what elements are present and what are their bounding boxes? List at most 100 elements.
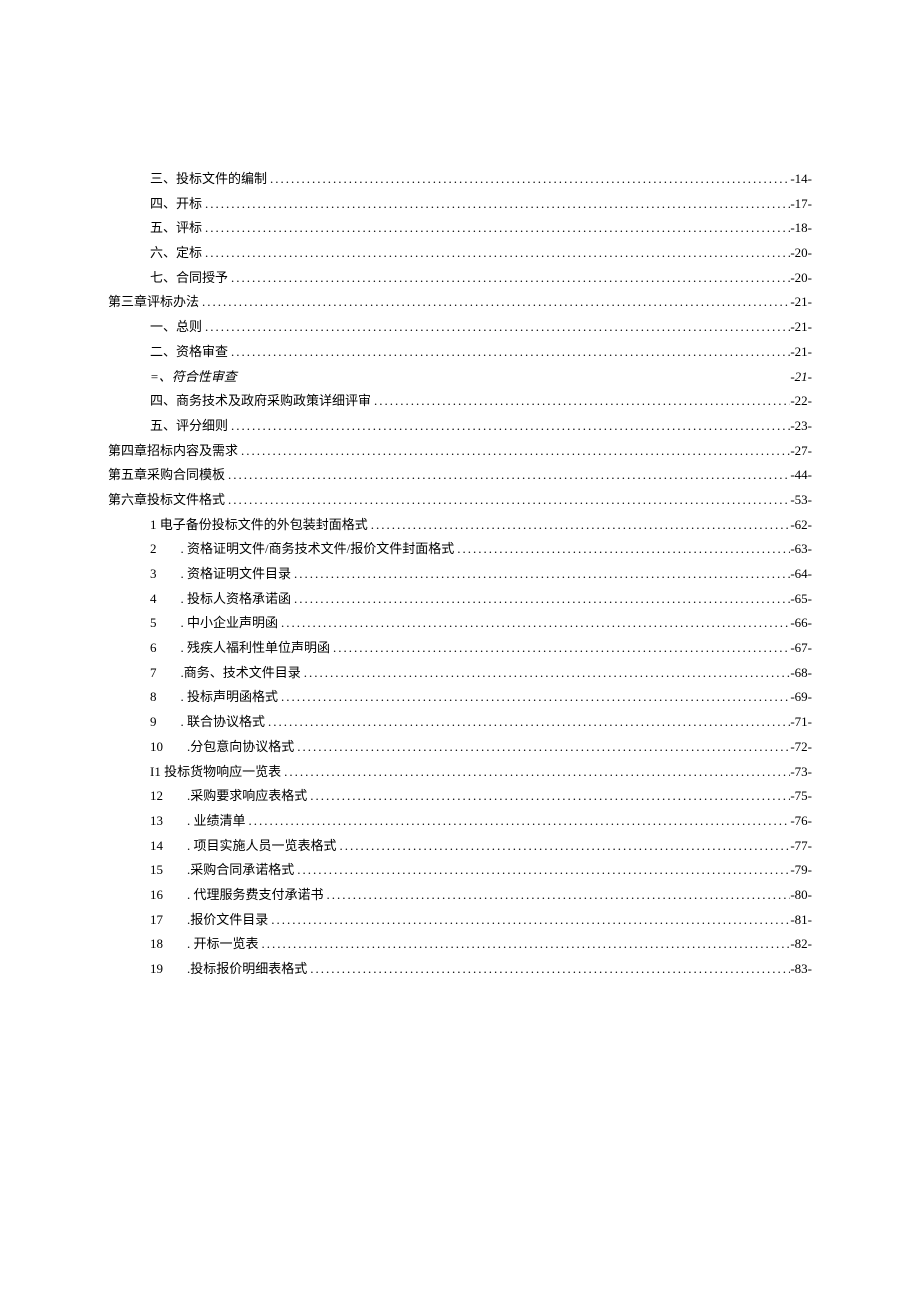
toc-entry-label: .采购合同承诺格式 (187, 861, 294, 879)
toc-entry: 二、资格审查 -21- (108, 343, 812, 361)
toc-entry: 9. 联合协议格式-71- (108, 713, 812, 731)
toc-entry-label: . 代理服务费支付承诺书 (187, 886, 324, 904)
toc-leader-dots (225, 466, 790, 484)
toc-entry-label: 四、商务技术及政府采购政策详细评审 (150, 392, 371, 410)
toc-entry: 四、商务技术及政府采购政策详细评审 -22- (108, 392, 812, 410)
toc-entry-label: . 项目实施人员一览表格式 (187, 837, 337, 855)
toc-entry: 17 .报价文件目录 -81- (108, 911, 812, 929)
toc-entry-label: . 残疾人福利性单位声明函 (181, 639, 331, 657)
toc-entry: 七、合同授予 -20- (108, 269, 812, 287)
toc-entry: 12 .采购要求响应表格式 -75- (108, 787, 812, 805)
toc-entry: 三、投标文件的编制-14- (108, 170, 812, 188)
toc-entry-page: -65- (790, 590, 812, 608)
toc-leader-dots (225, 491, 790, 509)
toc-leader-dots (291, 565, 790, 583)
toc-leader-dots (202, 244, 790, 262)
toc-entry-label: .报价文件目录 (187, 911, 268, 929)
toc-entry-number: 10 (150, 738, 163, 756)
toc-entry-label: 第六章投标文件格式 (108, 491, 225, 509)
toc-entry-page: -62- (790, 516, 812, 534)
table-of-contents: 三、投标文件的编制-14- 四、开标 -17- 五、评标 -18- 六、定标-20- 七、合… (108, 170, 812, 978)
toc-entry: 3. 资格证明文件目录-64- (108, 565, 812, 583)
toc-entry-label: . 投标声明函格式 (181, 688, 279, 706)
toc-entry: 18. 开标一览表-82- (108, 935, 812, 953)
toc-entry-label: . 开标一览表 (187, 935, 259, 953)
toc-leader-dots (238, 442, 790, 460)
toc-entry-page: -67- (790, 639, 812, 657)
toc-entry-number: 6 (150, 639, 157, 657)
toc-leader-dots (246, 812, 791, 830)
toc-entry-number: 13 (150, 812, 163, 830)
toc-entry: 第六章投标文件格式-53- (108, 491, 812, 509)
toc-entry-label: 第三章评标办法 (108, 293, 199, 311)
toc-entry-page: -22- (790, 392, 812, 410)
toc-entry: 4. 投标人资格承诺函-65- (108, 590, 812, 608)
toc-entry: 第三章评标办法 -21- (108, 293, 812, 311)
toc-leader-dots (268, 911, 790, 929)
toc-leader-dots (265, 713, 790, 731)
toc-entry-number: 8 (150, 688, 157, 706)
toc-entry: 8. 投标声明函格式-69- (108, 688, 812, 706)
toc-entry-page: -27- (790, 442, 812, 460)
toc-entry-page: -18- (790, 219, 812, 237)
toc-entry-page: -77- (790, 837, 812, 855)
toc-leader-dots (202, 318, 790, 336)
toc-entry-page: -66- (790, 614, 812, 632)
toc-entry-page: -72- (790, 738, 812, 756)
toc-leader-dots (294, 738, 790, 756)
toc-leader-dots (291, 590, 790, 608)
toc-entry-label: . 资格证明文件/商务技术文件/报价文件封面格式 (181, 540, 455, 558)
toc-entry-number: 14 (150, 837, 163, 855)
toc-entry-label: 一、总则 (150, 318, 202, 336)
toc-entry: 第四章招标内容及需求 -27- (108, 442, 812, 460)
toc-entry-page: -64- (790, 565, 812, 583)
toc-leader-dots (371, 392, 790, 410)
toc-entry: 15.采购合同承诺格式-79- (108, 861, 812, 879)
toc-leader-dots (294, 861, 790, 879)
toc-entry-label: 五、评标 (150, 219, 202, 237)
toc-leader-dots (281, 763, 790, 781)
toc-leader-dots (202, 195, 790, 213)
toc-leader-dots (228, 417, 790, 435)
toc-entry-page: -20- (790, 269, 812, 287)
toc-entry: 16. 代理服务费支付承诺书-80- (108, 886, 812, 904)
toc-entry-label: .分包意向协议格式 (187, 738, 294, 756)
toc-leader-dots (199, 293, 790, 311)
toc-entry: 19.投标报价明细表格式-83- (108, 960, 812, 978)
toc-entry-number: 2 (150, 540, 157, 558)
toc-entry-label: I1 投标货物响应一览表 (150, 763, 281, 781)
toc-entry-page: -75- (790, 787, 812, 805)
toc-entry-label: 第四章招标内容及需求 (108, 442, 238, 460)
toc-entry-label: .采购要求响应表格式 (187, 787, 307, 805)
toc-leader-dots (330, 639, 790, 657)
toc-leader-dots (278, 614, 790, 632)
toc-entry-page: -17- (790, 195, 812, 213)
toc-entry-label: 七、合同授予 (150, 269, 228, 287)
toc-entry-number: 9 (150, 713, 157, 731)
toc-entry-page: -81- (790, 911, 812, 929)
toc-entry-page: -44- (790, 466, 812, 484)
toc-entry-label: 1 电子备份投标文件的外包装封面格式 (150, 516, 368, 534)
toc-entry-page: -68- (790, 664, 812, 682)
toc-entry-number: 15 (150, 861, 163, 879)
toc-entry-label: .投标报价明细表格式 (187, 960, 307, 978)
toc-entry-label: . 业绩清单 (187, 812, 246, 830)
toc-entry: 一、总则-21- (108, 318, 812, 336)
toc-entry-label: 二、资格审查 (150, 343, 228, 361)
toc-entry-label: . 联合协议格式 (181, 713, 266, 731)
toc-entry-number: 18 (150, 935, 163, 953)
toc-entry-number: 12 (150, 787, 163, 805)
toc-leader-dots (259, 935, 791, 953)
toc-entry-label: . 中小企业声明函 (181, 614, 279, 632)
toc-entry-page: -21- (790, 293, 812, 311)
toc-entry-label: 四、开标 (150, 195, 202, 213)
toc-leader-dots (301, 664, 791, 682)
toc-leader-dots (454, 540, 790, 558)
toc-entry: =、符合性审查-21- (108, 368, 812, 386)
toc-entry: 五、评标 -18- (108, 219, 812, 237)
toc-entry-page: -23- (790, 417, 812, 435)
toc-entry-page: -21- (790, 343, 812, 361)
toc-leader-dots (278, 688, 790, 706)
toc-entry: 六、定标-20- (108, 244, 812, 262)
toc-entry-number: 17 (150, 911, 163, 929)
